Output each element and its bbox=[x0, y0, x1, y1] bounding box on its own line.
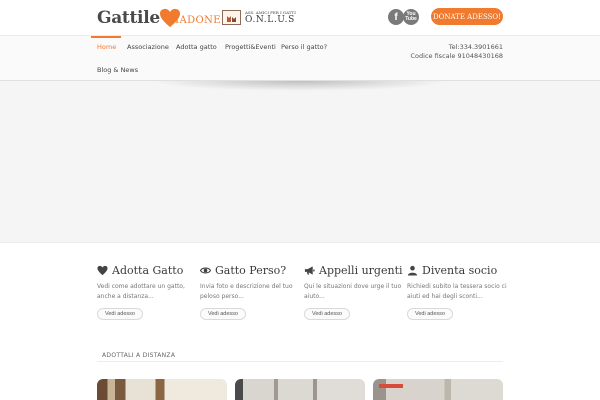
user-icon bbox=[407, 265, 418, 276]
hero-shadow bbox=[150, 81, 450, 91]
facebook-glyph: f bbox=[394, 11, 398, 23]
onlus-big-text: O.N.L.U.S bbox=[245, 15, 295, 25]
megaphone-icon bbox=[304, 265, 315, 275]
feature-description: Qui le situazioni dove urge il tuo aiuto… bbox=[304, 283, 402, 300]
nav-active-indicator bbox=[91, 36, 121, 38]
page: Gattile MADONE ASS. AMICI PER I GATTI O.… bbox=[0, 0, 600, 400]
phone-number[interactable]: Tel:334.3901661 bbox=[411, 43, 503, 52]
nav-blog-news[interactable]: Blog & News bbox=[97, 66, 138, 74]
logo-word: Gattile bbox=[97, 8, 160, 28]
feature-diventa-socio: Diventa socio Richiedi subito la tessera… bbox=[407, 262, 511, 320]
vedi-adesso-button[interactable]: Vedi adesso bbox=[407, 308, 453, 320]
nav-perso-il-gatto[interactable]: Perso il gatto? bbox=[281, 43, 327, 51]
feature-title: Gatto Perso? bbox=[200, 262, 304, 278]
youtube-icon[interactable]: You Tube bbox=[403, 9, 419, 25]
feature-title: Adotta Gatto bbox=[97, 262, 201, 278]
feature-heading[interactable]: Appelli urgenti bbox=[319, 264, 403, 277]
facebook-icon[interactable]: f bbox=[388, 9, 404, 25]
onlus-badge: ASS. AMICI PER I GATTI O.N.L.U.S bbox=[222, 9, 296, 26]
site-logo[interactable]: Gattile MADONE bbox=[97, 6, 221, 30]
fiscal-code: Codice fiscale 91048430168 bbox=[410, 52, 504, 60]
feature-title: Diventa socio bbox=[407, 262, 511, 278]
onlus-text: ASS. AMICI PER I GATTI O.N.L.U.S bbox=[245, 10, 296, 25]
section-title: ADOTTALI A DISTANZA bbox=[102, 352, 182, 359]
nav-adotta-gatto[interactable]: Adotta gatto bbox=[176, 43, 217, 51]
logo-sub: MADONE bbox=[168, 14, 222, 26]
feature-description: Vedi come adottare un gatto, anche a dis… bbox=[97, 283, 185, 300]
cat-emblem-icon bbox=[222, 10, 241, 25]
feature-appelli-urgenti: Appelli urgenti Qui le situazioni dove u… bbox=[304, 262, 408, 320]
gallery-thumbnail[interactable] bbox=[373, 379, 503, 400]
nav-home[interactable]: Home bbox=[97, 43, 116, 51]
feature-gatto-perso: Gatto Perso? Invia foto e descrizione de… bbox=[200, 262, 304, 320]
vedi-adesso-button[interactable]: Vedi adesso bbox=[304, 308, 350, 320]
gallery-thumbnail[interactable] bbox=[97, 379, 227, 400]
feature-heading[interactable]: Gatto Perso? bbox=[215, 264, 286, 277]
eye-icon bbox=[200, 267, 211, 273]
heart-icon bbox=[97, 265, 108, 275]
thumbnail-tag bbox=[379, 384, 403, 388]
gallery-thumbnail[interactable] bbox=[235, 379, 365, 400]
youtube-glyph: You Tube bbox=[405, 11, 417, 22]
vedi-adesso-button[interactable]: Vedi adesso bbox=[200, 308, 246, 320]
feature-description: Invia foto e descrizione del tuo peloso … bbox=[200, 283, 293, 300]
feature-heading[interactable]: Diventa socio bbox=[422, 264, 497, 277]
hero-slider bbox=[0, 81, 600, 243]
feature-description: Richiedi subito la tessera socio ci aiut… bbox=[407, 283, 507, 300]
feature-title: Appelli urgenti bbox=[304, 262, 408, 278]
contact-info: Tel:334.3901661 Codice fiscale 910484301… bbox=[411, 43, 504, 61]
section-divider bbox=[97, 361, 503, 362]
feature-heading[interactable]: Adotta Gatto bbox=[112, 264, 183, 277]
feature-adotta-gatto: Adotta Gatto Vedi come adottare un gatto… bbox=[97, 262, 201, 320]
nav-associazione[interactable]: Associazione bbox=[127, 43, 169, 51]
vedi-adesso-button[interactable]: Vedi adesso bbox=[97, 308, 143, 320]
header: Gattile MADONE ASS. AMICI PER I GATTI O.… bbox=[0, 0, 600, 35]
donate-button[interactable]: DONATE ADESSO! bbox=[431, 8, 503, 25]
nav-progetti-eventi[interactable]: Progetti&Eventi bbox=[225, 43, 276, 51]
main-nav: Home Associazione Adotta gatto Progetti&… bbox=[0, 35, 600, 81]
